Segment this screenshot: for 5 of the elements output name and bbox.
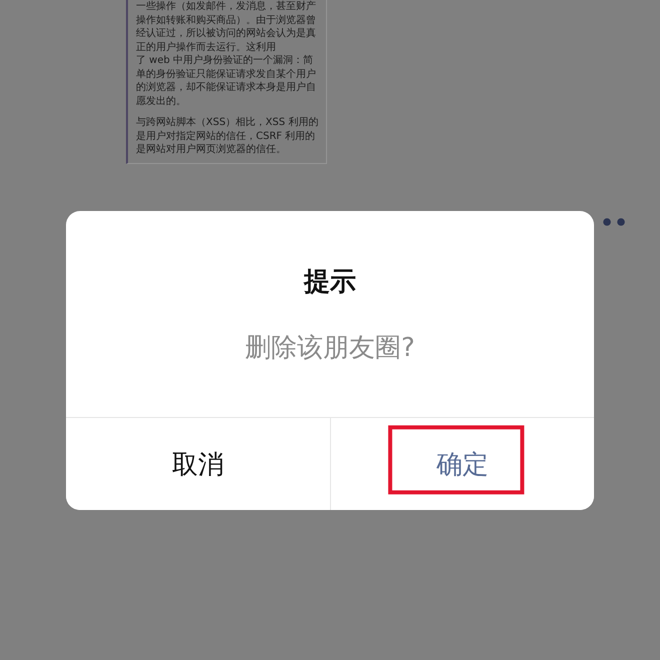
dialog-title: 提示 [304,266,356,298]
document-paragraph: 与跨网站脚本（XSS）相比，XSS 利用的 是用户对指定网站的信任，CSRF 利用的 是网站对用户网页浏览器的信任。 [136,116,318,156]
more-icon[interactable] [603,218,625,226]
dialog-message: 删除该朋友圈? [245,332,415,365]
document-paragraph: 一些操作（如发邮件，发消息，甚至财产 操作如转账和购买商品）。由于浏览器曾 经认证过，所以被访问的网站会认为是真 正的用户操作而去运行。这利用 了 web 中用户身份验证的一个漏洞：简 单的身份验证只能保证请求发自某个用户 的浏览器，却不能保证请求本身是用户自 愿发出的。 [136,0,316,108]
